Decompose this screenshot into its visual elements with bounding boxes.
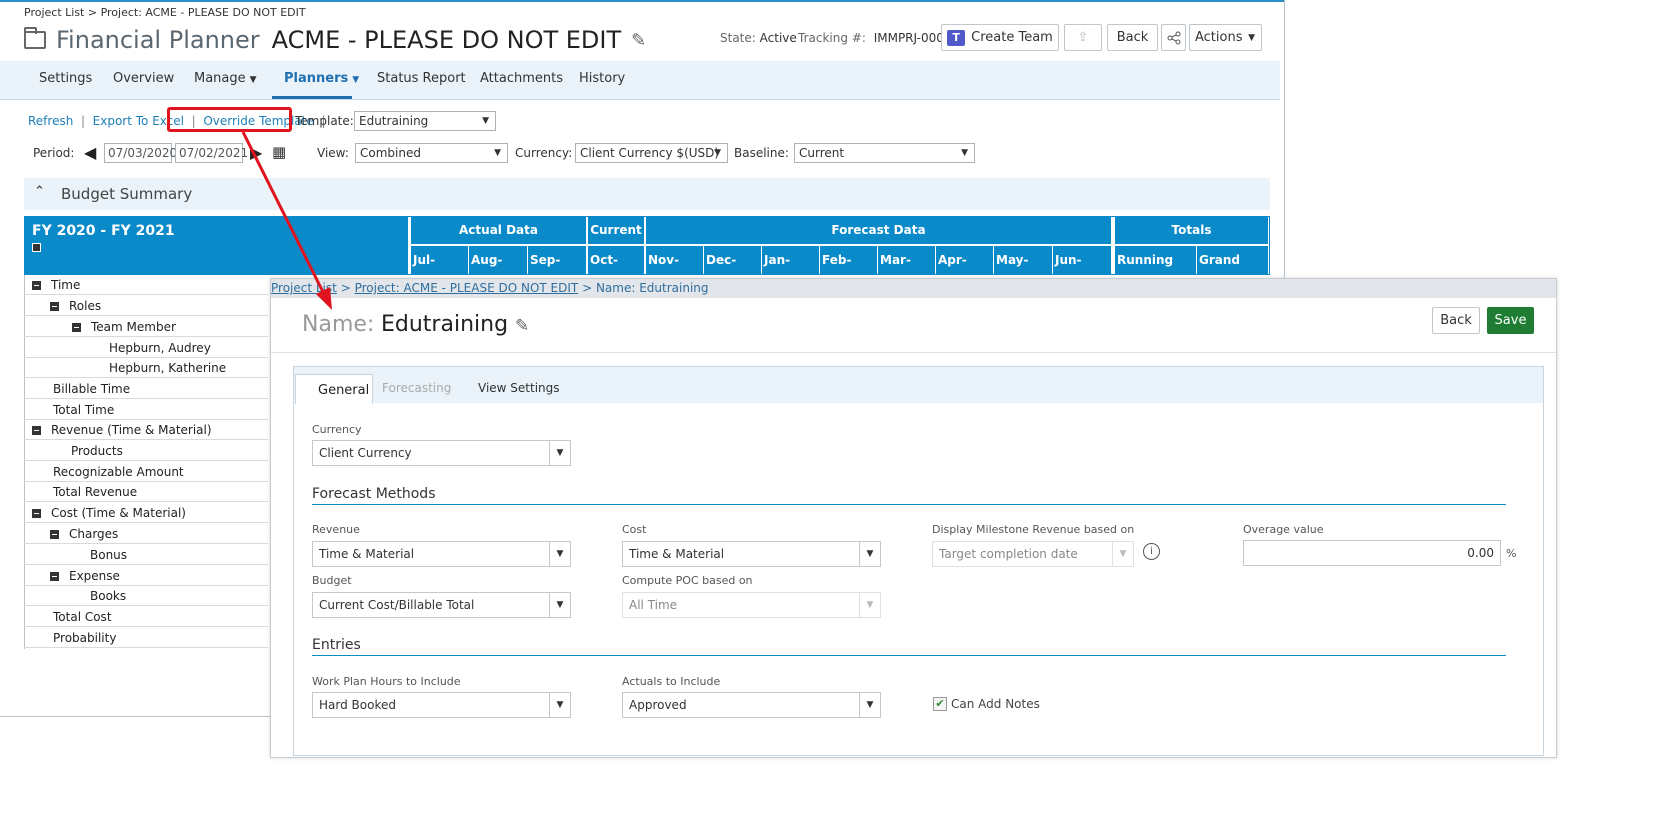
annotation-arrow: [241, 131, 332, 310]
